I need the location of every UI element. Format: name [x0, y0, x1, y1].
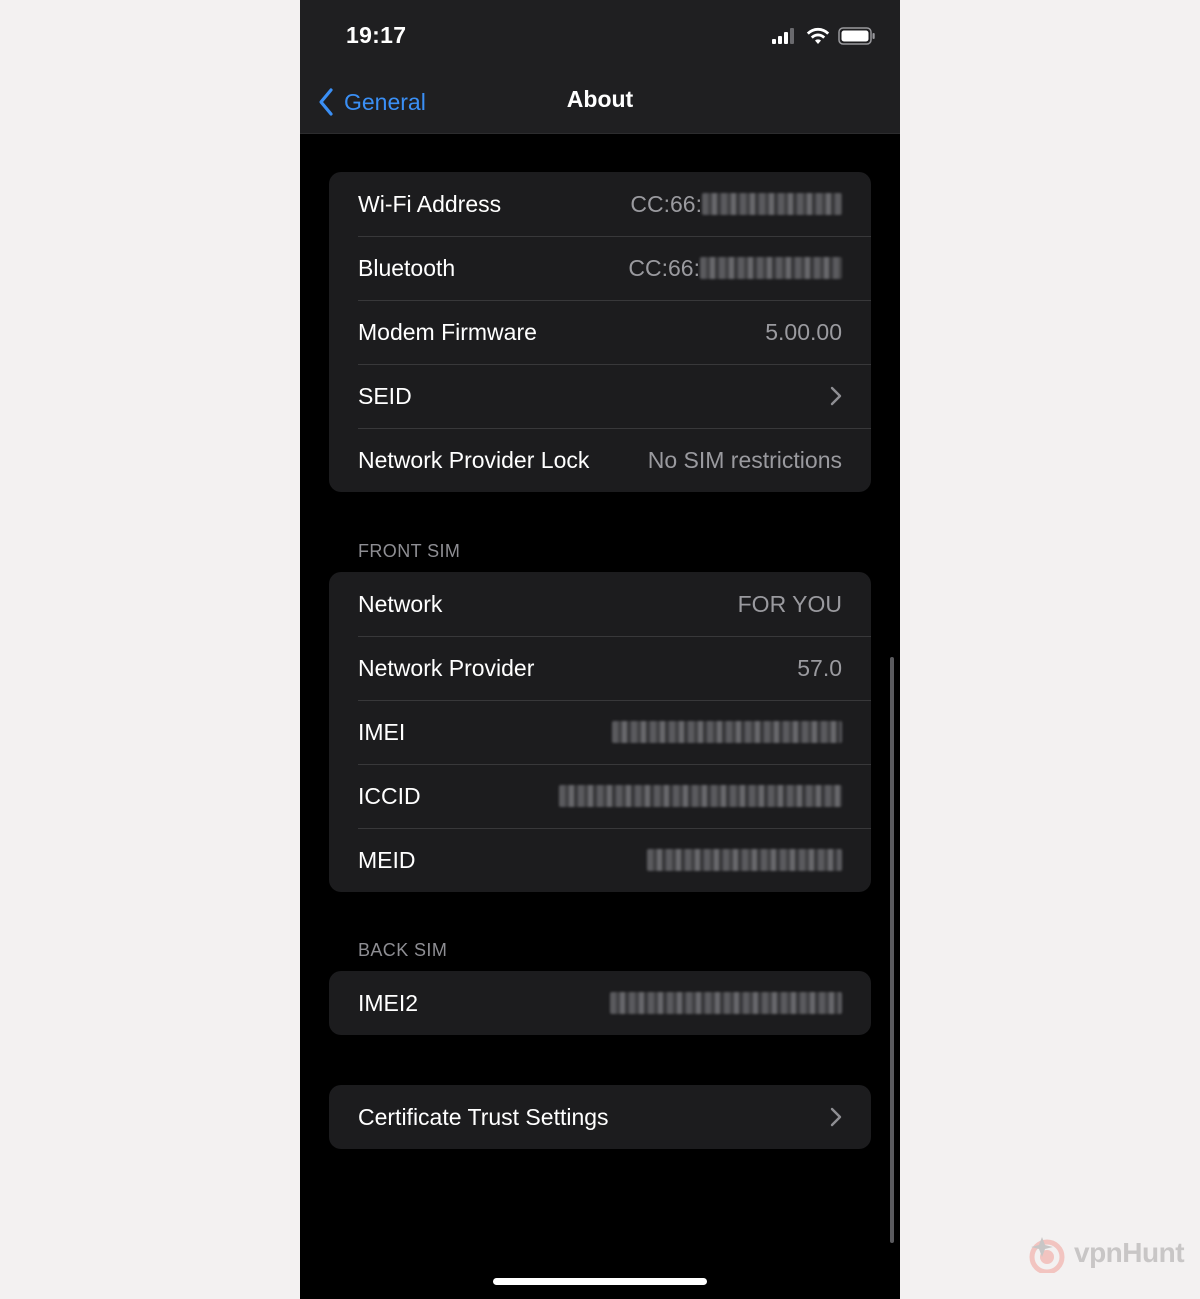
network-provider-lock-label: Network Provider Lock: [358, 446, 590, 473]
imei-row[interactable]: IMEI: [329, 700, 871, 764]
vpnhunt-logo-icon: [1029, 1237, 1065, 1273]
wifi-address-value: CC:66:: [630, 191, 842, 218]
status-icons: [772, 24, 876, 48]
imei-label: IMEI: [358, 718, 406, 745]
watermark: vpnHunt: [1026, 1233, 1185, 1273]
device-info-group: Wi-Fi Address CC:66: Bluetooth CC:66: Mo…: [329, 172, 871, 492]
certificate-trust-settings-label: Certificate Trust Settings: [358, 1103, 609, 1130]
modem-firmware-row[interactable]: Modem Firmware 5.00.00: [329, 300, 871, 364]
page-title: About: [566, 86, 634, 112]
modem-firmware-label: Modem Firmware: [358, 318, 537, 345]
back-sim-group: IMEI2: [329, 971, 871, 1035]
chevron-right-icon: [830, 1107, 842, 1127]
redacted-value: [647, 849, 842, 871]
redacted-value: [702, 193, 842, 215]
bluetooth-value: CC:66:: [628, 255, 842, 282]
network-provider-value: 57.0: [797, 654, 842, 681]
network-provider-lock-value: No SIM restrictions: [647, 446, 842, 473]
certificate-group: Certificate Trust Settings: [329, 1085, 871, 1149]
front-sim-header: FRONT SIM: [358, 541, 461, 561]
wifi-address-label: Wi-Fi Address: [358, 190, 502, 217]
wifi-address-row[interactable]: Wi-Fi Address CC:66:: [329, 172, 871, 236]
wifi-icon: [806, 27, 830, 44]
network-label: Network: [358, 590, 443, 617]
iccid-label: ICCID: [358, 782, 421, 809]
iccid-value: [559, 785, 842, 807]
watermark-text: vpnHunt: [1074, 1237, 1185, 1268]
seid-label: SEID: [358, 382, 412, 409]
phone-screen: 19:17 General About Wi-Fi Address CC:66:…: [300, 0, 900, 1299]
seid-row[interactable]: SEID: [329, 364, 871, 428]
redacted-value: [612, 721, 842, 743]
redacted-value: [610, 992, 842, 1014]
network-value: FOR YOU: [737, 590, 842, 617]
iccid-row[interactable]: ICCID: [329, 764, 871, 828]
bluetooth-row[interactable]: Bluetooth CC:66:: [329, 236, 871, 300]
meid-value: [647, 849, 842, 871]
redacted-value: [700, 257, 842, 279]
bluetooth-label: Bluetooth: [358, 254, 456, 281]
status-time: 19:17: [346, 22, 407, 48]
network-provider-row[interactable]: Network Provider 57.0: [329, 636, 871, 700]
meid-label: MEID: [358, 846, 416, 873]
imei-value: [612, 721, 842, 743]
certificate-trust-settings-row[interactable]: Certificate Trust Settings: [329, 1085, 871, 1149]
battery-icon: [838, 27, 875, 45]
home-indicator[interactable]: [493, 1278, 707, 1285]
scrollbar[interactable]: [890, 657, 894, 1243]
chevron-right-icon: [830, 386, 842, 406]
meid-row[interactable]: MEID: [329, 828, 871, 892]
back-sim-header: BACK SIM: [358, 940, 448, 960]
cellular-signal-icon: [772, 28, 794, 44]
network-row[interactable]: Network FOR YOU: [329, 572, 871, 636]
imei2-label: IMEI2: [358, 989, 419, 1016]
network-provider-label: Network Provider: [358, 654, 535, 681]
front-sim-group: Network FOR YOU Network Provider 57.0 IM…: [329, 572, 871, 892]
network-provider-lock-row[interactable]: Network Provider Lock No SIM restriction…: [329, 428, 871, 492]
modem-firmware-value: 5.00.00: [765, 318, 842, 345]
redacted-value: [559, 785, 842, 807]
navigation-bar: 19:17 General About: [300, 0, 900, 134]
imei2-value: [610, 992, 842, 1014]
imei2-row[interactable]: IMEI2: [329, 971, 871, 1035]
